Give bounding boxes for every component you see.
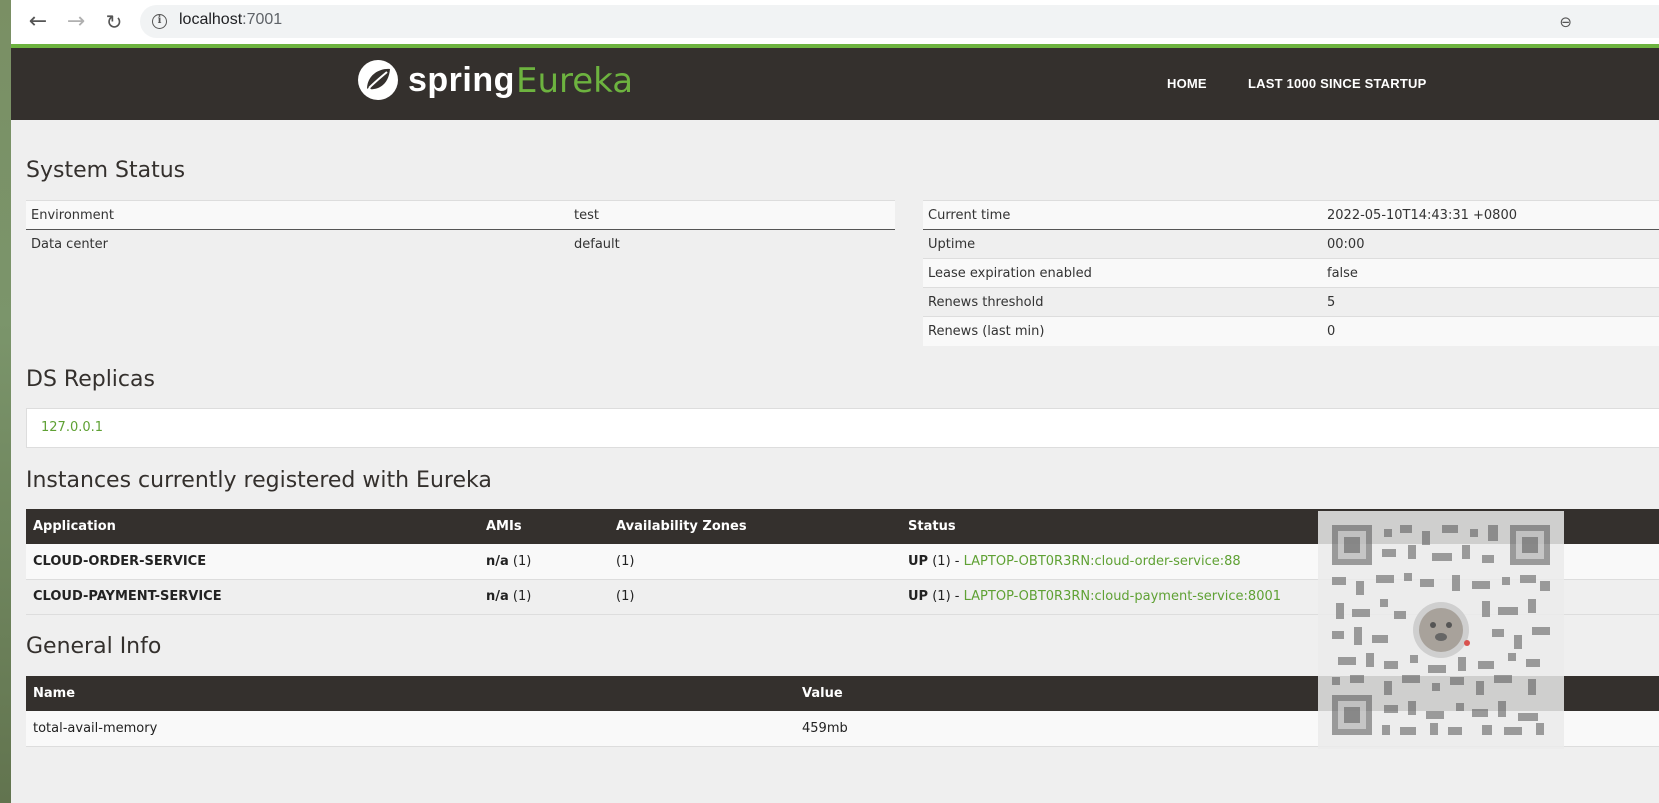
ami-count: (1) xyxy=(512,589,532,604)
ds-replicas-title: DS Replicas xyxy=(26,367,155,392)
zones-cell: (1) xyxy=(609,544,901,580)
back-arrow-icon[interactable]: ← xyxy=(25,9,51,35)
status-key: Data center xyxy=(31,236,108,252)
table-row: Renews (last min) 0 xyxy=(923,316,1659,346)
system-status-right-table: Current time 2022-05-10T14:43:31 +0800 U… xyxy=(923,200,1659,346)
ami-value: n/a xyxy=(486,553,509,569)
status-key: Current time xyxy=(928,207,1011,223)
ami-cell: n/a (1) xyxy=(479,579,609,615)
ami-value: n/a xyxy=(486,589,509,604)
status-value: 5 xyxy=(1327,294,1336,310)
application-name: CLOUD-PAYMENT-SERVICE xyxy=(33,589,222,604)
spring-leaf-icon xyxy=(358,60,398,100)
site-header: spring Eureka HOME LAST 1000 SINCE START… xyxy=(11,48,1659,120)
browser-toolbar: ← → ↻ i localhost:7001 ⊖ xyxy=(11,0,1659,44)
ds-replica-link[interactable]: 127.0.0.1 xyxy=(41,420,103,435)
instances-title: Instances currently registered with Eure… xyxy=(26,468,492,493)
table-row: Uptime 00:00 xyxy=(923,229,1659,259)
general-info-title: General Info xyxy=(26,634,162,659)
status-value: 0 xyxy=(1327,323,1336,339)
logo-product: Eureka xyxy=(516,61,634,101)
status-key: Uptime xyxy=(928,236,976,252)
qr-code-overlay xyxy=(1318,511,1564,749)
info-name: total-avail-memory xyxy=(26,711,795,747)
table-row: Lease expiration enabled false xyxy=(923,258,1659,288)
forward-arrow-icon[interactable]: → xyxy=(63,9,89,35)
site-info-icon[interactable]: i xyxy=(152,14,167,29)
table-row: Current time 2022-05-10T14:43:31 +0800 xyxy=(923,200,1659,230)
table-row: Renews threshold 5 xyxy=(923,287,1659,317)
instance-link[interactable]: LAPTOP-OBT0R3RN:cloud-payment-service:80… xyxy=(964,589,1281,604)
column-header-application: Application xyxy=(26,509,479,544)
status-value: false xyxy=(1327,265,1358,281)
status-up: UP xyxy=(908,553,929,569)
zoom-icon[interactable]: ⊖ xyxy=(1559,13,1572,31)
url-port: :7001 xyxy=(242,11,283,28)
zones-cell: (1) xyxy=(609,579,901,615)
status-key: Lease expiration enabled xyxy=(928,265,1092,281)
table-row: Data center default xyxy=(26,229,895,259)
status-key: Renews (last min) xyxy=(928,323,1045,339)
column-header-amis: AMIs xyxy=(479,509,609,544)
status-up: UP xyxy=(908,589,929,604)
application-name: CLOUD-ORDER-SERVICE xyxy=(33,553,207,569)
nav-last-1000-link[interactable]: LAST 1000 SINCE STARTUP xyxy=(1248,76,1426,91)
status-value: 2022-05-10T14:43:31 +0800 xyxy=(1327,207,1517,223)
page: ← → ↻ i localhost:7001 ⊖ spring Eureka H… xyxy=(0,0,1659,803)
application-cell: CLOUD-PAYMENT-SERVICE xyxy=(26,579,479,615)
ds-replicas-list: 127.0.0.1 xyxy=(26,408,1659,448)
column-header-name: Name xyxy=(26,676,795,711)
application-cell: CLOUD-ORDER-SERVICE xyxy=(26,544,479,580)
url-host: localhost xyxy=(179,11,243,28)
url-text[interactable]: localhost:7001 xyxy=(179,11,282,29)
status-value: 00:00 xyxy=(1327,236,1365,252)
system-status-left-table: Environment test Data center default xyxy=(26,200,895,259)
column-header-zones: Availability Zones xyxy=(609,509,901,544)
desktop-edge xyxy=(0,0,11,803)
status-count: (1) - xyxy=(932,553,960,569)
ami-cell: n/a (1) xyxy=(479,544,609,580)
nav-home-link[interactable]: HOME xyxy=(1167,76,1207,91)
ami-count: (1) xyxy=(512,553,532,569)
qr-code-icon xyxy=(1332,525,1550,735)
logo-word: spring xyxy=(408,61,515,99)
address-bar[interactable]: i localhost:7001 ⊖ xyxy=(140,5,1659,38)
reload-icon[interactable]: ↻ xyxy=(101,9,127,35)
instance-link[interactable]: LAPTOP-OBT0R3RN:cloud-order-service:88 xyxy=(964,554,1241,569)
system-status-title: System Status xyxy=(26,158,186,183)
status-key: Renews threshold xyxy=(928,294,1044,310)
table-row: Environment test xyxy=(26,200,895,230)
status-count: (1) - xyxy=(932,589,960,604)
status-key: Environment xyxy=(31,207,115,223)
status-value: default xyxy=(574,236,620,252)
status-value: test xyxy=(574,207,599,223)
